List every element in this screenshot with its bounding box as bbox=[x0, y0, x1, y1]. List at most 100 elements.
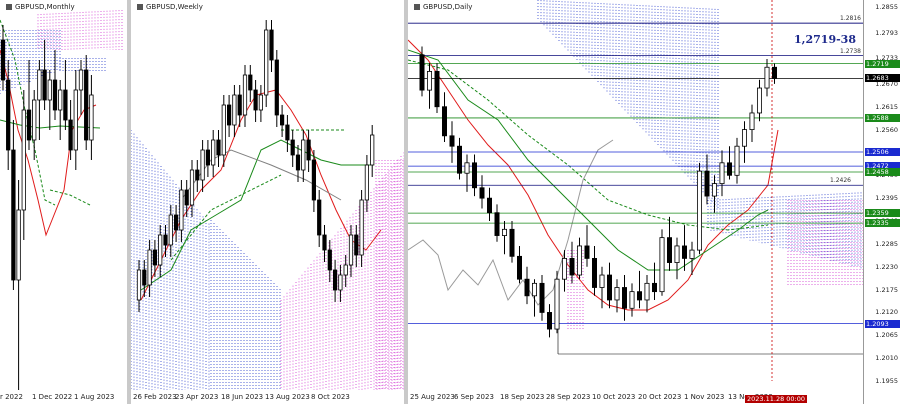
monthly-x-axis: r 2022 1 Dec 2022 1 Aug 2023 bbox=[0, 390, 127, 404]
candle bbox=[301, 139, 306, 171]
candle bbox=[606, 274, 612, 301]
candle bbox=[364, 164, 369, 201]
candle bbox=[517, 255, 523, 280]
y-tick-label: 1.2560 bbox=[875, 125, 898, 134]
cloud-blue bbox=[707, 192, 864, 269]
y-tick-label: 1.2615 bbox=[875, 102, 898, 111]
candle bbox=[58, 89, 63, 111]
candle bbox=[63, 89, 68, 121]
candle bbox=[599, 274, 605, 288]
x-label: 28 Sep 2023 bbox=[546, 393, 591, 401]
cloud-pink bbox=[280, 152, 404, 395]
candle bbox=[584, 245, 590, 259]
x-label: 13 Aug 2023 bbox=[265, 393, 310, 401]
candle bbox=[136, 269, 142, 301]
x-label: 8 Oct 2023 bbox=[311, 393, 350, 401]
candle bbox=[68, 119, 73, 151]
price-level-label: 1.2359 bbox=[865, 209, 900, 218]
candle bbox=[216, 139, 221, 156]
candle bbox=[343, 264, 348, 276]
candle bbox=[311, 159, 316, 201]
candle bbox=[726, 162, 732, 176]
candle bbox=[269, 29, 274, 61]
candle bbox=[614, 287, 620, 301]
candle bbox=[195, 169, 200, 181]
weekly-panel[interactable]: GBPUSD,Weekly 26 Feb 2023 23 Apr 2023 18… bbox=[131, 0, 404, 404]
candle bbox=[47, 79, 52, 101]
candle bbox=[264, 29, 269, 96]
daily-panel[interactable]: GBPUSD,Daily 1,2719-38 1.2816 1.2738 1.242… bbox=[408, 0, 900, 404]
y-tick-label: 1.2230 bbox=[875, 262, 898, 271]
monthly-panel[interactable]: GBPUSD,Monthly r 2022 1 Dec 2022 1 Aug 2… bbox=[0, 0, 127, 404]
y-tick-label: 1.2855 bbox=[875, 3, 898, 11]
level-value-text: 1.2738 bbox=[840, 47, 861, 55]
price-level-label: 1.2719 bbox=[865, 59, 900, 68]
symbol-icon bbox=[137, 4, 143, 10]
symbol-icon bbox=[6, 4, 12, 10]
price-axis[interactable]: 1.28551.27931.27331.26701.26151.25601.24… bbox=[863, 0, 900, 404]
candle bbox=[644, 282, 650, 301]
candle bbox=[322, 234, 327, 251]
x-label: 18 Sep 2023 bbox=[500, 393, 545, 401]
daily-chart bbox=[408, 0, 864, 381]
candle bbox=[494, 212, 500, 236]
candle bbox=[509, 228, 515, 257]
candle bbox=[327, 249, 332, 271]
candle bbox=[464, 162, 470, 174]
candle bbox=[674, 245, 680, 263]
candle bbox=[561, 258, 567, 280]
candle bbox=[689, 249, 695, 259]
candle bbox=[317, 199, 322, 236]
x-label: 1 Nov 2023 bbox=[684, 393, 725, 401]
y-tick-label: 1.2395 bbox=[875, 194, 898, 203]
price-level-label: 1.2335 bbox=[865, 219, 900, 228]
candle bbox=[42, 69, 47, 101]
candle bbox=[16, 209, 21, 281]
candle bbox=[419, 54, 425, 91]
candle bbox=[532, 282, 538, 297]
candle bbox=[771, 66, 777, 79]
monthly-title: GBPUSD,Monthly bbox=[6, 3, 75, 11]
lagging-line bbox=[408, 139, 614, 306]
candle bbox=[354, 234, 359, 256]
y-tick-label: 1.2175 bbox=[875, 285, 898, 294]
candle bbox=[719, 162, 725, 185]
candle bbox=[174, 214, 179, 231]
weekly-title-text: GBPUSD,Weekly bbox=[146, 3, 203, 11]
candle bbox=[285, 124, 290, 141]
weekly-title: GBPUSD,Weekly bbox=[137, 3, 203, 11]
candle bbox=[434, 71, 440, 108]
daily-title-text: GBPUSD,Daily bbox=[423, 3, 473, 11]
x-label: r 2022 bbox=[0, 393, 23, 401]
daily-title: GBPUSD,Daily bbox=[414, 3, 472, 11]
y-tick-label: 1.1955 bbox=[875, 377, 898, 385]
y-tick-label: 1.2285 bbox=[875, 239, 898, 248]
candle bbox=[681, 245, 687, 259]
y-tick-label: 1.2065 bbox=[875, 331, 898, 340]
x-label: 10 Oct 2023 bbox=[592, 393, 636, 401]
candle bbox=[576, 245, 582, 276]
level-value-text: 1.2816 bbox=[840, 15, 861, 23]
cloud-blue bbox=[537, 0, 719, 209]
candle bbox=[338, 274, 343, 291]
candle bbox=[502, 228, 508, 236]
target-zone-annotation: 1,2719-38 bbox=[794, 33, 856, 46]
x-label: 1 Dec 2022 bbox=[32, 393, 73, 401]
candle bbox=[221, 104, 226, 156]
price-level-label: 1.2683 bbox=[865, 74, 900, 83]
candle bbox=[253, 89, 258, 111]
candle bbox=[472, 162, 478, 189]
candles bbox=[0, 25, 94, 398]
crosshair-date-badge: 2023.11.28 00:00 bbox=[745, 395, 808, 403]
weekly-chart bbox=[131, 20, 404, 395]
candle bbox=[242, 74, 248, 116]
daily-candles bbox=[419, 46, 777, 338]
monthly-title-text: GBPUSD,Monthly bbox=[15, 3, 75, 11]
y-tick-label: 1.2010 bbox=[875, 354, 898, 363]
candle bbox=[756, 87, 762, 114]
candle bbox=[370, 134, 375, 166]
candle bbox=[295, 154, 301, 171]
candle bbox=[479, 187, 485, 199]
candle bbox=[696, 170, 702, 251]
x-label: 26 Feb 2023 bbox=[133, 393, 177, 401]
